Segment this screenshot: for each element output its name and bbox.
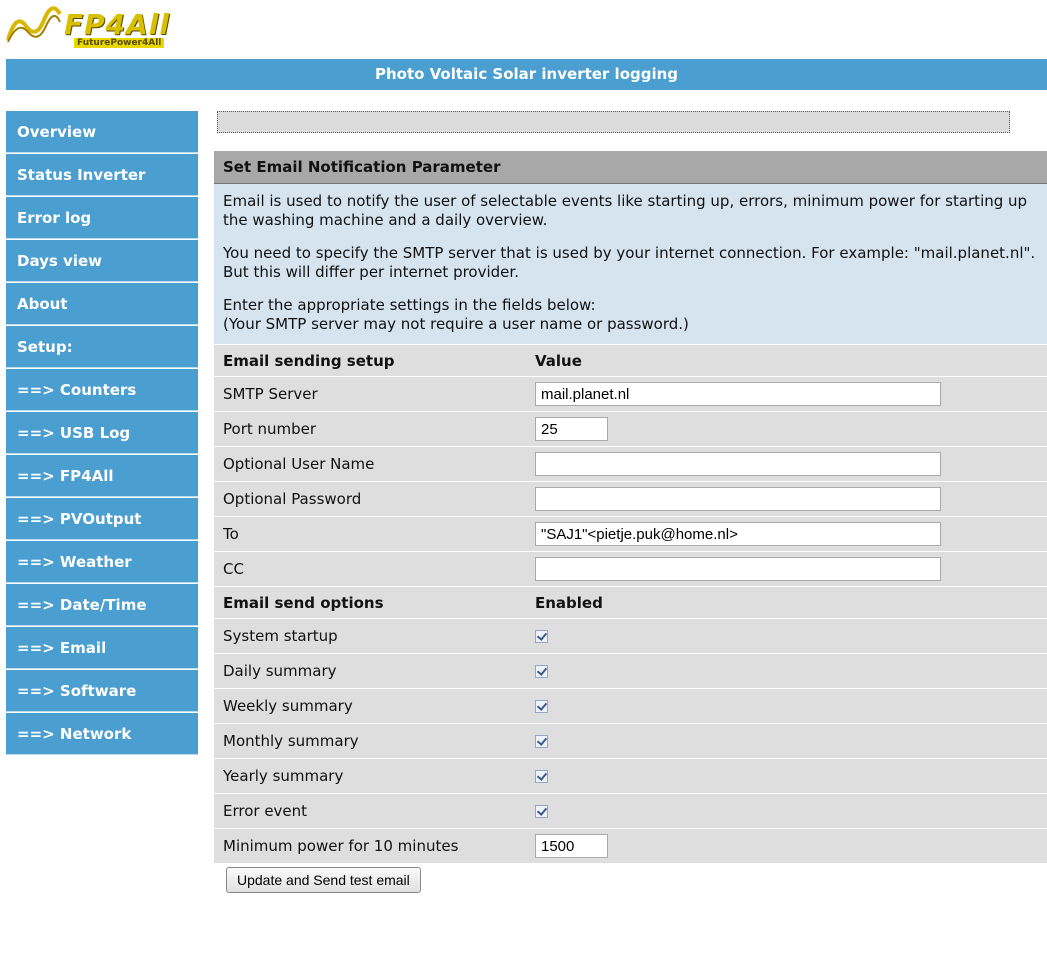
table-row: Error event: [214, 793, 1047, 829]
minimum-power-input[interactable]: [535, 834, 608, 858]
sidebar-item-error-log[interactable]: Error log: [6, 197, 198, 239]
port-number-label: Port number: [214, 411, 535, 447]
settings-table: Email sending setup Value SMTP Server Po…: [214, 344, 1047, 863]
column-header-enabled: Enabled: [535, 586, 1047, 619]
sidebar-item-fp4all[interactable]: ==> FP4All: [6, 455, 198, 497]
page-title: Photo Voltaic Solar inverter logging: [6, 59, 1047, 90]
sidebar-item-software[interactable]: ==> Software: [6, 670, 198, 712]
cc-label: CC: [214, 551, 535, 587]
logo-name: FP4All: [64, 8, 170, 41]
description-paragraph: Enter the appropriate settings in the fi…: [223, 296, 1038, 334]
password-input[interactable]: [535, 487, 941, 511]
weekly-summary-label: Weekly summary: [214, 688, 535, 724]
table-row: Optional Password: [214, 481, 1047, 517]
sidebar-item-overview[interactable]: Overview: [6, 111, 198, 153]
sidebar-item-pvoutput[interactable]: ==> PVOutput: [6, 498, 198, 540]
daily-summary-label: Daily summary: [214, 653, 535, 689]
to-label: To: [214, 516, 535, 552]
solar-wave-icon: [6, 6, 62, 43]
username-input[interactable]: [535, 452, 941, 476]
panel-description: Email is used to notify the user of sele…: [214, 184, 1047, 344]
status-message-bar: [217, 111, 1010, 133]
cc-address-input[interactable]: [535, 557, 941, 581]
table-row: Optional User Name: [214, 446, 1047, 482]
table-row: System startup: [214, 618, 1047, 654]
yearly-summary-label: Yearly summary: [214, 758, 535, 794]
yearly-summary-checkbox[interactable]: [535, 770, 548, 783]
username-label: Optional User Name: [214, 446, 535, 482]
sidebar-item-days-view[interactable]: Days view: [6, 240, 198, 282]
sidebar-item-setup[interactable]: Setup:: [6, 326, 198, 368]
table-row: Minimum power for 10 minutes: [214, 828, 1047, 863]
sidebar-item-email[interactable]: ==> Email: [6, 627, 198, 669]
table-header-row: Email sending setup Value: [214, 344, 1047, 377]
table-row: Monthly summary: [214, 723, 1047, 759]
table-row: Yearly summary: [214, 758, 1047, 794]
sidebar-item-usb-log[interactable]: ==> USB Log: [6, 412, 198, 454]
column-header-value: Value: [535, 344, 1047, 377]
smtp-server-input[interactable]: [535, 382, 941, 406]
monthly-summary-checkbox[interactable]: [535, 735, 548, 748]
sidebar-item-weather[interactable]: ==> Weather: [6, 541, 198, 583]
email-settings-panel: Set Email Notification Parameter Email i…: [214, 151, 1047, 893]
system-startup-label: System startup: [214, 618, 535, 654]
daily-summary-checkbox[interactable]: [535, 665, 548, 678]
sidebar-item-status-inverter[interactable]: Status Inverter: [6, 154, 198, 196]
instructions-note: (Your SMTP server may not require a user…: [223, 315, 689, 333]
update-send-test-button[interactable]: Update and Send test email: [226, 867, 421, 893]
sidebar-item-counters[interactable]: ==> Counters: [6, 369, 198, 411]
table-row: SMTP Server: [214, 376, 1047, 412]
monthly-summary-label: Monthly summary: [214, 723, 535, 759]
description-paragraph: You need to specify the SMTP server that…: [223, 244, 1036, 281]
table-row: CC: [214, 551, 1047, 587]
logo: FP4All FuturePower4All: [6, 6, 184, 50]
password-label: Optional Password: [214, 481, 535, 517]
column-header-setting: Email sending setup: [214, 344, 535, 377]
smtp-server-label: SMTP Server: [214, 376, 535, 412]
button-row: Update and Send test email: [214, 863, 1047, 893]
table-row: Weekly summary: [214, 688, 1047, 724]
error-event-label: Error event: [214, 793, 535, 829]
weekly-summary-checkbox[interactable]: [535, 700, 548, 713]
sidebar-item-network[interactable]: ==> Network: [6, 713, 198, 755]
table-header-row: Email send options Enabled: [214, 586, 1047, 619]
system-startup-checkbox[interactable]: [535, 630, 548, 643]
error-event-checkbox[interactable]: [535, 805, 548, 818]
minimum-power-label: Minimum power for 10 minutes: [214, 828, 535, 863]
table-row: To: [214, 516, 1047, 552]
sidebar-item-date-time[interactable]: ==> Date/Time: [6, 584, 198, 626]
logo-tagline: FuturePower4All: [74, 38, 165, 48]
sidebar-nav: Overview Status Inverter Error log Days …: [6, 111, 198, 756]
sidebar-item-about[interactable]: About: [6, 283, 198, 325]
table-row: Daily summary: [214, 653, 1047, 689]
to-address-input[interactable]: [535, 522, 941, 546]
instructions-line: Enter the appropriate settings in the fi…: [223, 296, 596, 314]
description-paragraph: Email is used to notify the user of sele…: [223, 192, 1028, 229]
port-number-input[interactable]: [535, 417, 608, 441]
panel-heading: Set Email Notification Parameter: [214, 151, 1047, 184]
column-header-option: Email send options: [214, 586, 535, 619]
table-row: Port number: [214, 411, 1047, 447]
